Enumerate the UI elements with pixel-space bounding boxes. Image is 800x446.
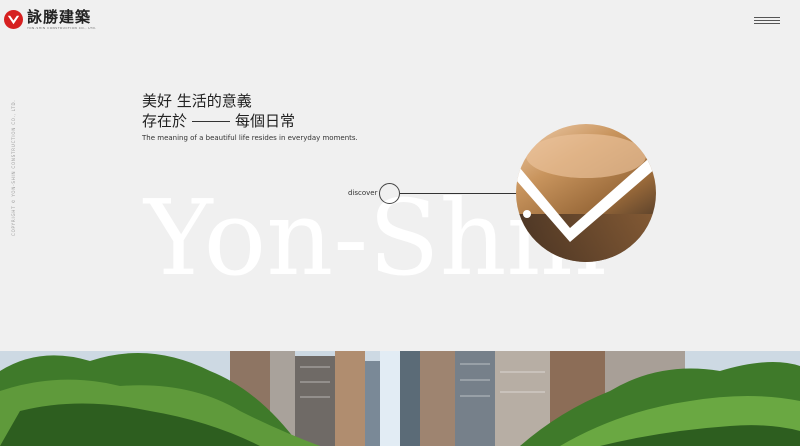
logo-v-icon	[4, 10, 23, 29]
menu-button[interactable]	[754, 15, 780, 25]
discover-ring-icon[interactable]	[379, 183, 400, 204]
hero-headline: 美好 生活的意義 存在於 每個日常	[142, 91, 295, 131]
photo-dot-icon	[523, 210, 531, 218]
headline-line-2a: 存在於	[142, 112, 188, 130]
hero-circle-photo	[516, 124, 656, 262]
headline-line-1: 美好 生活的意義	[142, 92, 252, 110]
brand-subtitle: YON-SHIN CONSTRUCTION CO., LTD.	[27, 26, 97, 30]
headline-dash	[192, 121, 231, 122]
headline-line-2: 存在於 每個日常	[142, 111, 295, 131]
hero-tagline: The meaning of a beautiful life resides …	[142, 134, 358, 142]
brand-logo[interactable]: 詠勝建築 YON-SHIN CONSTRUCTION CO., LTD.	[4, 9, 97, 30]
discover-line	[400, 193, 524, 194]
discover-link[interactable]: discover	[348, 189, 378, 197]
headline-line-2b: 每個日常	[235, 112, 296, 130]
brand-name: 詠勝建築	[27, 8, 92, 26]
hamburger-icon	[754, 17, 780, 18]
side-copyright: COPYRIGHT © YON-SHIN CONSTRUCTION CO., L…	[11, 99, 16, 236]
city-banner-image	[0, 351, 800, 446]
